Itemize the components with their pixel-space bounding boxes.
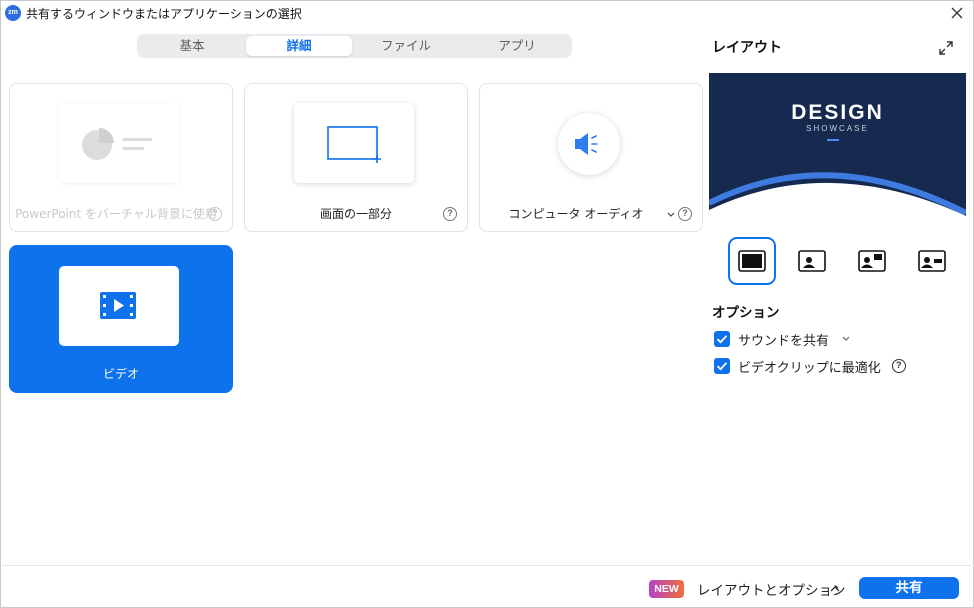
- tab-bar: 基本 詳細 ファイル アプリ: [137, 34, 572, 58]
- chevron-down-icon[interactable]: [841, 335, 851, 343]
- video-option[interactable]: ビデオ: [9, 245, 233, 393]
- layout-speaker-left-button[interactable]: [788, 237, 836, 285]
- tab-basic[interactable]: 基本: [139, 36, 245, 56]
- title-bar: zm 共有するウィンドウまたはアプリケーションの選択: [1, 1, 973, 25]
- speaker-left-layout-icon: [798, 250, 826, 272]
- expand-icon: [939, 41, 953, 55]
- optimize-video-option[interactable]: ビデオクリップに最適化 ?: [714, 357, 906, 376]
- video-file-icon: [100, 292, 136, 319]
- option-thumbnail: [59, 103, 179, 183]
- help-icon[interactable]: ?: [891, 359, 906, 373]
- powerpoint-background-option[interactable]: PowerPoint をバーチャル背景に使用 ?: [9, 83, 233, 232]
- speaker-icon: [575, 133, 598, 155]
- checkmark-icon: [716, 362, 728, 371]
- share-sound-checkbox[interactable]: [714, 331, 730, 347]
- new-badge: NEW: [649, 580, 684, 598]
- option-thumbnail: [294, 103, 414, 183]
- share-button[interactable]: 共有: [859, 577, 959, 599]
- optimize-video-checkbox[interactable]: [714, 358, 730, 374]
- speaker-right-layout-icon: [918, 250, 946, 272]
- help-icon[interactable]: ?: [208, 207, 222, 221]
- share-sound-option[interactable]: サウンドを共有: [714, 330, 851, 349]
- share-sound-label: サウンドを共有: [738, 333, 830, 349]
- option-label: 画面の一部分: [319, 207, 392, 221]
- option-label: ビデオ: [102, 367, 139, 381]
- option-thumbnail: [59, 266, 179, 346]
- pie-chart-icon: [82, 128, 152, 160]
- layout-speaker-top-right-button[interactable]: [848, 237, 896, 285]
- layout-content-only-button[interactable]: [728, 237, 776, 285]
- speaker-icon-circle: [558, 113, 620, 175]
- layout-title: レイアウト: [712, 40, 782, 56]
- options-title: オプション: [712, 305, 780, 321]
- tab-apps[interactable]: アプリ: [464, 36, 570, 56]
- checkmark-icon: [716, 335, 728, 344]
- speaker-top-right-layout-icon: [858, 250, 886, 272]
- layout-options-toggle[interactable]: レイアウトとオプション: [697, 579, 846, 599]
- chevron-down-icon[interactable]: [666, 211, 676, 219]
- close-button[interactable]: [947, 3, 967, 23]
- help-icon[interactable]: ?: [678, 207, 692, 221]
- layout-preview: DESIGN SHOWCASE: [709, 73, 966, 216]
- preview-arc: [709, 172, 966, 216]
- tab-advanced[interactable]: 詳細: [246, 36, 352, 56]
- zoom-app-icon: zm: [5, 5, 21, 21]
- tab-files[interactable]: ファイル: [353, 36, 459, 56]
- window-title: 共有するウィンドウまたはアプリケーションの選択: [26, 7, 302, 21]
- option-label: PowerPoint をバーチャル背景に使用: [15, 207, 217, 221]
- screen-portion-icon: [327, 126, 381, 163]
- computer-audio-option[interactable]: コンピュータ オーディオ ?: [479, 83, 703, 232]
- screen-portion-option[interactable]: 画面の一部分 ?: [244, 83, 468, 232]
- close-icon: [951, 7, 963, 19]
- footer-divider: [2, 565, 974, 566]
- expand-button[interactable]: [937, 39, 955, 57]
- share-dialog: zm 共有するウィンドウまたはアプリケーションの選択 基本 詳細 ファイル アプ…: [0, 0, 974, 608]
- layout-speaker-right-button[interactable]: [908, 237, 956, 285]
- content-only-layout-icon: [738, 250, 766, 272]
- help-icon[interactable]: ?: [443, 207, 457, 221]
- optimize-video-label: ビデオクリップに最適化: [738, 360, 881, 376]
- chevron-up-icon[interactable]: [829, 583, 841, 595]
